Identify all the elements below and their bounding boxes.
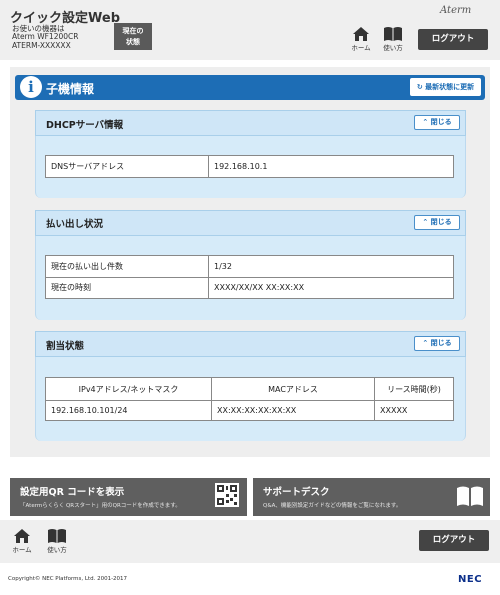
chevron-up-icon: ⌃: [422, 118, 429, 126]
col-header-ipv4: IPv4アドレス/ネットマスク: [45, 376, 212, 402]
table-row: 現在の払い出し件数 1/32: [45, 255, 454, 278]
footer-home-button[interactable]: ホーム: [9, 528, 35, 554]
table-row: DNSサーバアドレス 192.168.10.1: [45, 155, 454, 178]
header-logout-button[interactable]: ログアウト: [418, 29, 488, 50]
lease-count-label: 現在の払い出し件数: [45, 255, 209, 278]
header-home-label: ホーム: [351, 44, 371, 52]
footer-help-label: 使い方: [47, 546, 67, 554]
chevron-up-icon: ⌃: [422, 339, 429, 347]
current-status-label-1: 現在の: [122, 27, 144, 35]
assignment-section-header: [35, 331, 466, 357]
header-home-button[interactable]: ホーム: [348, 26, 374, 52]
assignment-table: IPv4アドレス/ネットマスク MACアドレス リース時間(秒) 192.168…: [45, 376, 454, 421]
home-icon: [353, 27, 369, 41]
current-status-label-2: 状態: [126, 38, 140, 46]
book-icon: [457, 486, 483, 506]
assignment-section-title: 割当状態: [46, 341, 85, 352]
qr-code-title: 設定用QR コードを表示: [20, 487, 125, 498]
cell-lease-time: XXXXX: [374, 400, 454, 421]
dhcp-close-button[interactable]: ⌃ 閉じる: [414, 115, 460, 130]
footer-logout-button[interactable]: ログアウト: [419, 530, 489, 551]
cell-ipv4: 192.168.10.101/24: [45, 400, 212, 421]
footer-home-label: ホーム: [12, 546, 32, 554]
lease-table: 現在の払い出し件数 1/32 現在の時刻 XXXX/XX/XX XX:XX:XX: [45, 255, 454, 299]
lease-close-button[interactable]: ⌃ 閉じる: [414, 215, 460, 230]
page-title: 子機情報: [46, 82, 95, 96]
assignment-close-button[interactable]: ⌃ 閉じる: [414, 336, 460, 351]
dhcp-table: DNSサーバアドレス 192.168.10.1: [45, 155, 454, 178]
col-header-lease-time: リース時間(秒): [374, 376, 454, 402]
refresh-label: 最新状態に更新: [425, 83, 475, 91]
home-icon: [14, 529, 30, 543]
dhcp-section-title: DHCPサーバ情報: [46, 120, 124, 131]
device-name: ATERM-XXXXXX: [12, 41, 71, 50]
nec-logo: NEC: [458, 574, 483, 585]
chevron-up-icon: ⌃: [422, 218, 429, 226]
support-desk-panel[interactable]: サポートデスク Q&A、機能別設定ガイドなどの情報をご覧になれます。: [253, 478, 490, 516]
current-time-label: 現在の時刻: [45, 276, 209, 299]
table-header-row: IPv4アドレス/ネットマスク MACアドレス リース時間(秒): [45, 376, 454, 402]
book-icon: [384, 27, 402, 41]
dns-server-value: 192.168.10.1: [208, 155, 454, 178]
qr-code-subtitle: 「Atermらくらく QRスタート」用のQRコードを作成できます。: [20, 503, 181, 509]
refresh-button[interactable]: ↻ 最新状態に更新: [410, 78, 481, 96]
copyright: Copyright© NEC Platforms, Ltd. 2001-2017: [8, 576, 128, 582]
current-status-button[interactable]: 現在の 状態: [114, 23, 152, 50]
aterm-logo: Aterm: [440, 5, 472, 16]
header-help-label: 使い方: [383, 44, 403, 52]
cell-mac: XX:XX:XX:XX:XX:XX: [211, 400, 375, 421]
header-help-button[interactable]: 使い方: [380, 26, 406, 52]
lease-count-value: 1/32: [208, 255, 454, 278]
col-header-mac: MACアドレス: [211, 376, 375, 402]
qr-code-icon: [215, 483, 239, 507]
dhcp-close-label: 閉じる: [430, 118, 452, 126]
lease-close-label: 閉じる: [430, 218, 452, 226]
support-desk-title: サポートデスク: [263, 487, 330, 498]
table-row: 192.168.10.101/24 XX:XX:XX:XX:XX:XX XXXX…: [45, 400, 454, 421]
assignment-close-label: 閉じる: [430, 339, 452, 347]
device-model: Aterm WF1200CR: [12, 32, 79, 41]
lease-section-title: 払い出し状況: [46, 219, 104, 230]
refresh-icon: ↻: [416, 83, 423, 91]
dns-server-label: DNSサーバアドレス: [45, 155, 209, 178]
info-icon: i: [20, 76, 42, 98]
qr-code-panel[interactable]: 設定用QR コードを表示 「Atermらくらく QRスタート」用のQRコードを作…: [10, 478, 247, 516]
book-icon: [48, 529, 66, 543]
footer-help-button[interactable]: 使い方: [44, 528, 70, 554]
current-time-value: XXXX/XX/XX XX:XX:XX: [208, 276, 454, 299]
support-desk-subtitle: Q&A、機能別設定ガイドなどの情報をご覧になれます。: [263, 503, 402, 509]
table-row: 現在の時刻 XXXX/XX/XX XX:XX:XX: [45, 276, 454, 299]
